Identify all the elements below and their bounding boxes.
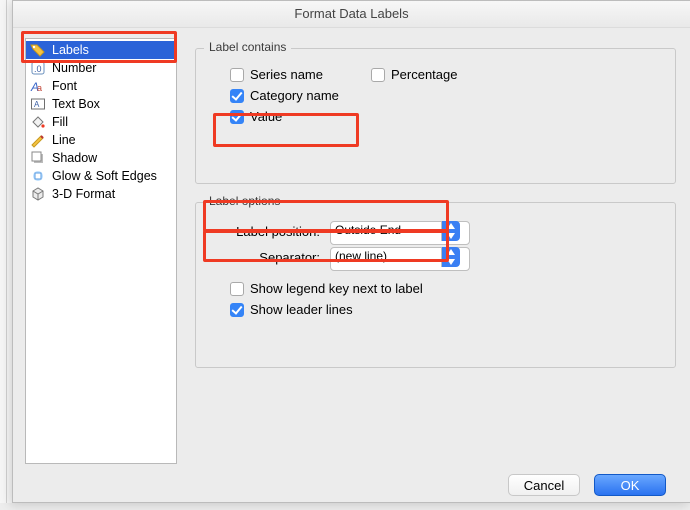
sidebar-item-labels[interactable]: Labels bbox=[26, 41, 176, 59]
value-label: Value bbox=[250, 109, 282, 124]
category-name-checkbox[interactable]: Category name bbox=[230, 88, 339, 103]
format-data-labels-dialog: Format Data Labels Labels .0 Number bbox=[12, 0, 690, 503]
series-name-checkbox[interactable]: Series name bbox=[230, 67, 323, 82]
series-name-check-input[interactable] bbox=[230, 68, 244, 82]
text-box-icon: A bbox=[30, 96, 46, 112]
labels-detail-pane: Label contains Series name Percentage bbox=[189, 38, 678, 464]
value-checkbox[interactable]: Value bbox=[230, 109, 282, 124]
pencil-line-icon bbox=[30, 132, 46, 148]
sidebar-item-label: Font bbox=[52, 79, 77, 93]
svg-text:.0: .0 bbox=[34, 64, 42, 74]
cancel-button[interactable]: Cancel bbox=[508, 474, 580, 496]
percentage-label: Percentage bbox=[391, 67, 458, 82]
sidebar-item-label: Labels bbox=[52, 43, 89, 57]
sidebar-item-label: Text Box bbox=[52, 97, 100, 111]
label-position-select[interactable]: Outside End bbox=[330, 221, 460, 241]
shadow-icon bbox=[30, 150, 46, 166]
show-legend-key-checkbox[interactable]: Show legend key next to label bbox=[230, 281, 423, 296]
show-leader-lines-input[interactable] bbox=[230, 303, 244, 317]
show-leader-lines-label: Show leader lines bbox=[250, 302, 353, 317]
number-icon: .0 bbox=[30, 60, 46, 76]
tag-icon bbox=[30, 42, 46, 58]
dialog-title: Format Data Labels bbox=[13, 1, 690, 28]
label-position-label: Label position: bbox=[210, 224, 320, 239]
sidebar-item-line[interactable]: Line bbox=[26, 131, 176, 149]
category-name-label: Category name bbox=[250, 88, 339, 103]
sidebar-item-label: Number bbox=[52, 61, 96, 75]
sidebar-item-label: Line bbox=[52, 133, 76, 147]
category-name-check-input[interactable] bbox=[230, 89, 244, 103]
glow-icon bbox=[30, 168, 46, 184]
ok-button[interactable]: OK bbox=[594, 474, 666, 496]
separator-label: Separator: bbox=[210, 250, 320, 265]
show-legend-key-input[interactable] bbox=[230, 282, 244, 296]
percentage-check-input[interactable] bbox=[371, 68, 385, 82]
series-name-label: Series name bbox=[250, 67, 323, 82]
label-options-group: Label options Label position: Outside En… bbox=[195, 202, 676, 368]
sidebar-item-text-box[interactable]: A Text Box bbox=[26, 95, 176, 113]
group-legend: Label contains bbox=[204, 40, 291, 54]
dialog-button-row: Cancel OK bbox=[13, 464, 690, 510]
paint-bucket-icon bbox=[30, 114, 46, 130]
sidebar-item-fill[interactable]: Fill bbox=[26, 113, 176, 131]
label-contains-group: Label contains Series name Percentage bbox=[195, 48, 676, 184]
show-legend-key-label: Show legend key next to label bbox=[250, 281, 423, 296]
sidebar-item-label: Glow & Soft Edges bbox=[52, 169, 157, 183]
stepper-icon[interactable] bbox=[441, 221, 460, 241]
sidebar-item-number[interactable]: .0 Number bbox=[26, 59, 176, 77]
sidebar-item-shadow[interactable]: Shadow bbox=[26, 149, 176, 167]
group-legend: Label options bbox=[204, 194, 285, 208]
sidebar-item-glow[interactable]: Glow & Soft Edges bbox=[26, 167, 176, 185]
sidebar-item-3d-format[interactable]: 3-D Format bbox=[26, 185, 176, 203]
svg-text:A: A bbox=[34, 100, 40, 109]
svg-text:a: a bbox=[37, 83, 42, 93]
font-icon: Aa bbox=[30, 78, 46, 94]
value-check-input[interactable] bbox=[230, 110, 244, 124]
percentage-checkbox[interactable]: Percentage bbox=[371, 67, 458, 82]
show-leader-lines-checkbox[interactable]: Show leader lines bbox=[230, 302, 353, 317]
category-sidebar: Labels .0 Number Aa Font A bbox=[25, 38, 177, 464]
sidebar-item-label: Fill bbox=[52, 115, 68, 129]
cube-icon bbox=[30, 186, 46, 202]
stepper-icon[interactable] bbox=[441, 247, 460, 267]
sidebar-item-font[interactable]: Aa Font bbox=[26, 77, 176, 95]
sidebar-item-label: Shadow bbox=[52, 151, 97, 165]
sidebar-item-label: 3-D Format bbox=[52, 187, 115, 201]
separator-select[interactable]: (new line) bbox=[330, 247, 460, 267]
